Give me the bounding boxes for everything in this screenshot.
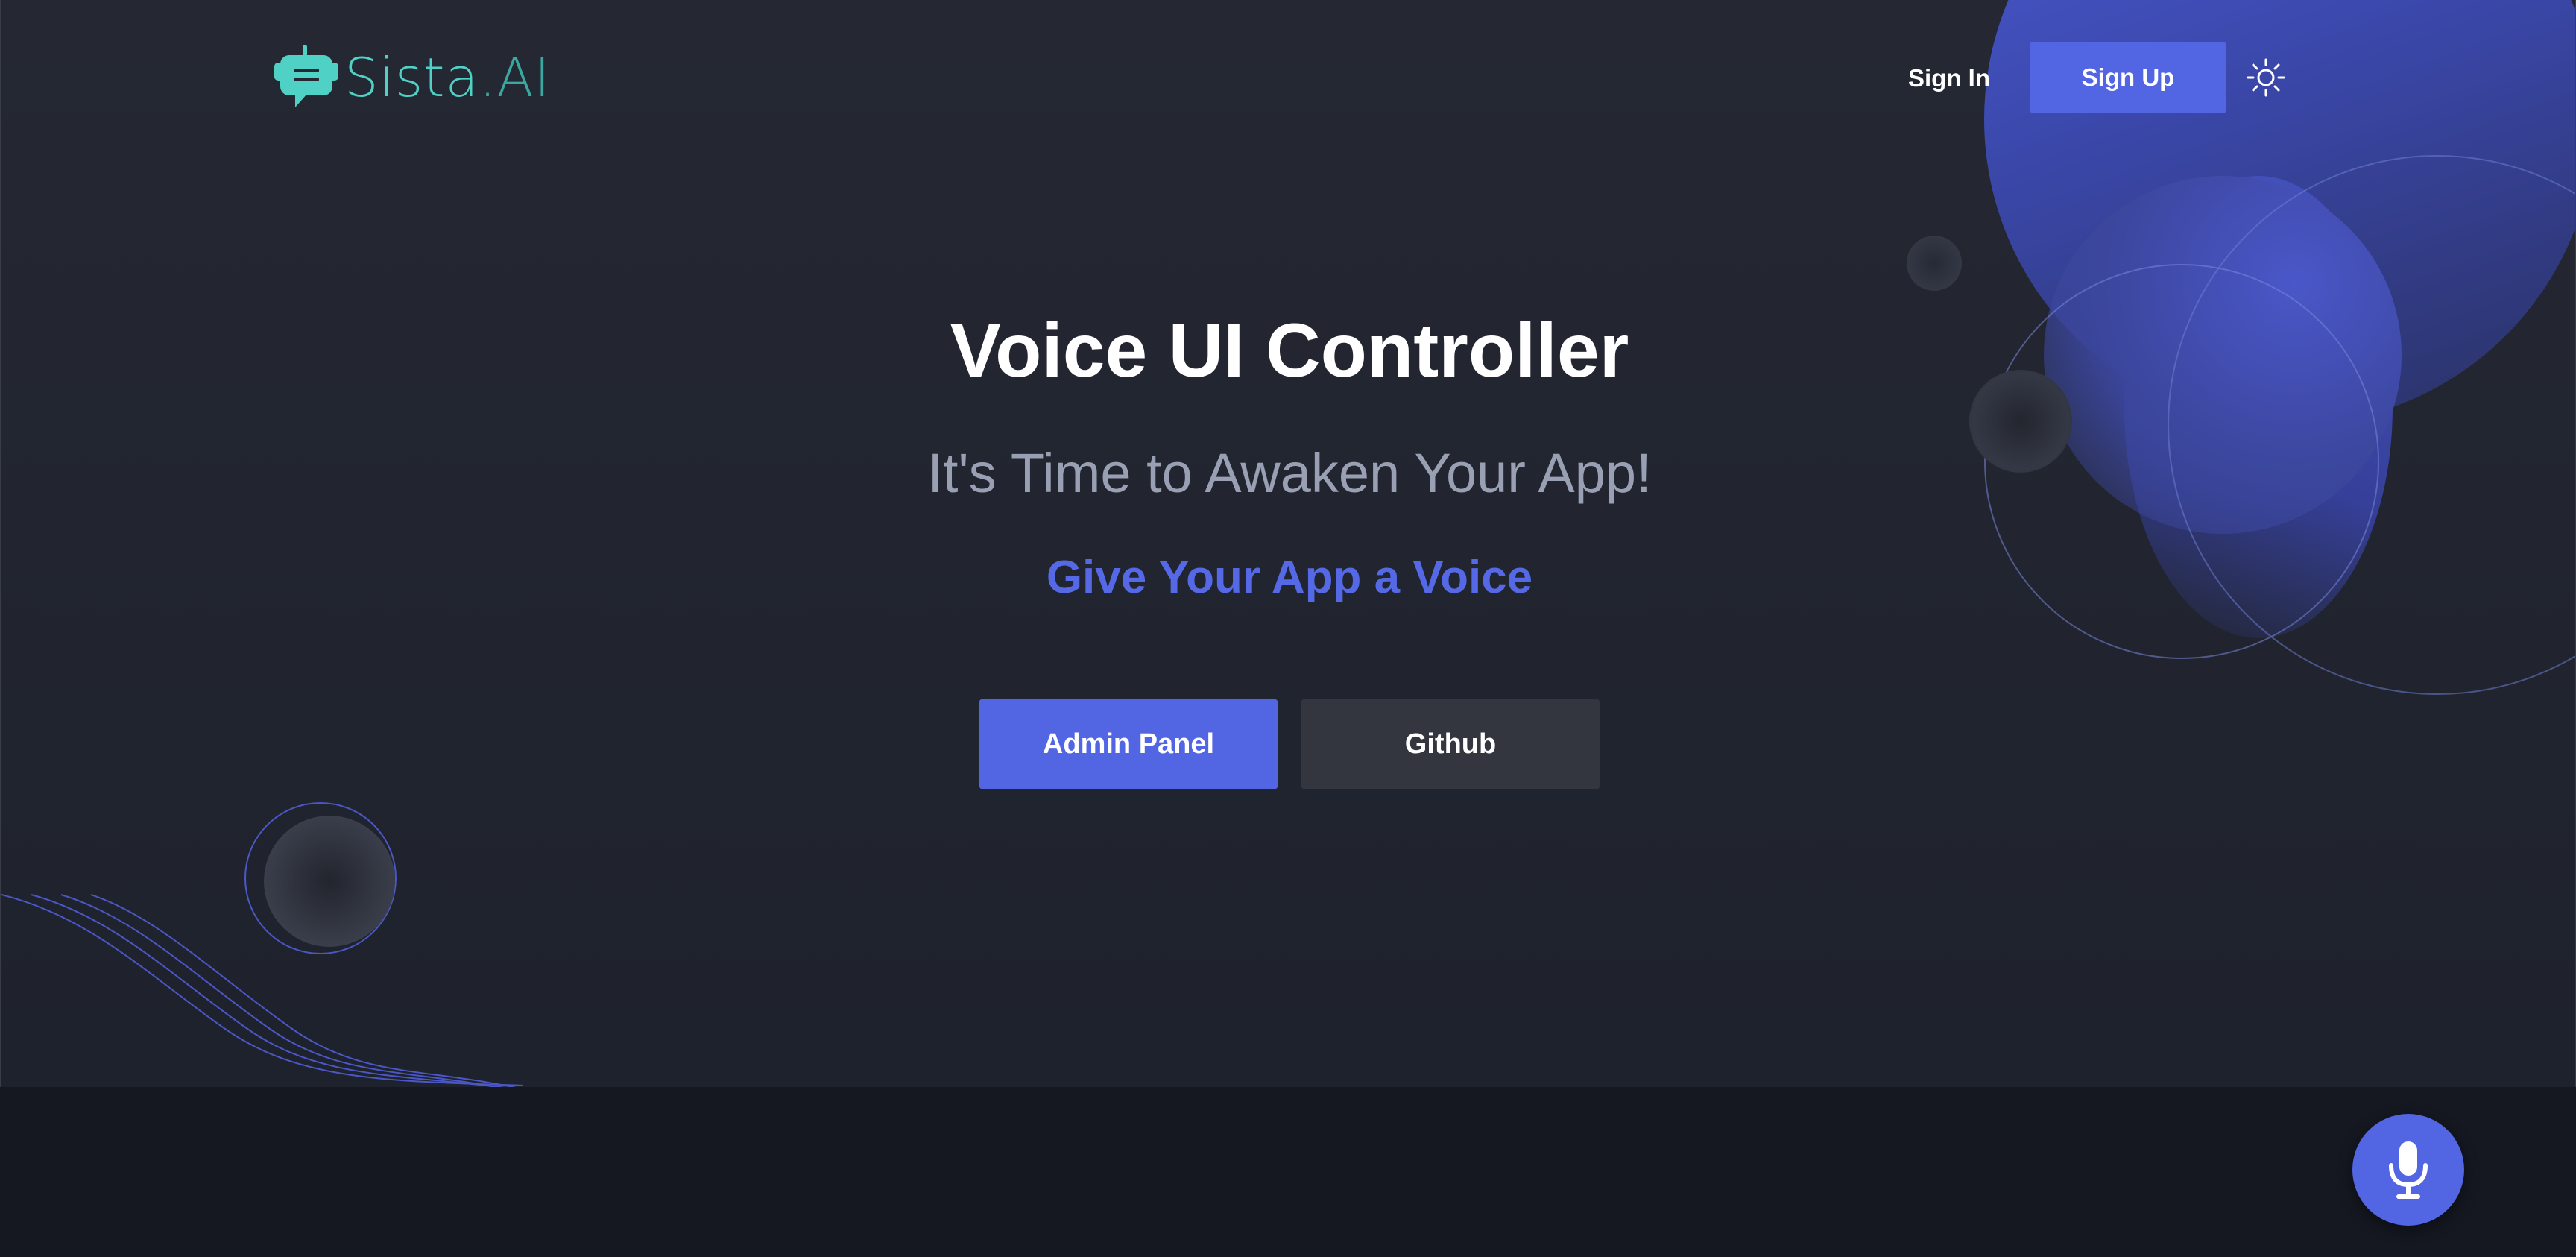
decor-ring-large	[2168, 155, 2575, 695]
decor-small-dot	[1907, 236, 1962, 291]
brand-name-suffix: .AI	[479, 46, 551, 109]
hero-subtitle: It's Time to Awaken Your App!	[927, 442, 1652, 504]
chat-bot-icon	[274, 45, 338, 107]
decor-left-ring	[244, 802, 397, 954]
brand-logo[interactable]: Sista.AI	[274, 43, 551, 112]
voice-mic-button[interactable]	[2352, 1114, 2464, 1226]
sun-icon[interactable]	[2247, 58, 2285, 97]
page: Sista.AI Sign In Sign Up Voice UI Contro…	[0, 0, 2576, 1257]
microphone-icon	[2389, 1141, 2428, 1199]
sign-in-link[interactable]: Sign In	[1893, 46, 2005, 110]
decor-left-orb	[264, 816, 395, 947]
github-button[interactable]: Github	[1301, 699, 1600, 789]
footer-band	[0, 1087, 2576, 1257]
brand-name: Sista.AI	[344, 46, 551, 109]
decor-wave-lines	[1, 894, 524, 1087]
hero-title: Voice UI Controller	[950, 308, 1629, 393]
brand-name-main: Sista	[344, 46, 479, 109]
hero-section: Sista.AI Sign In Sign Up Voice UI Contro…	[0, 0, 2576, 1087]
admin-panel-button[interactable]: Admin Panel	[979, 699, 1278, 789]
sign-up-button[interactable]: Sign Up	[2030, 42, 2226, 113]
hero-tagline: Give Your App a Voice	[1046, 552, 1533, 603]
